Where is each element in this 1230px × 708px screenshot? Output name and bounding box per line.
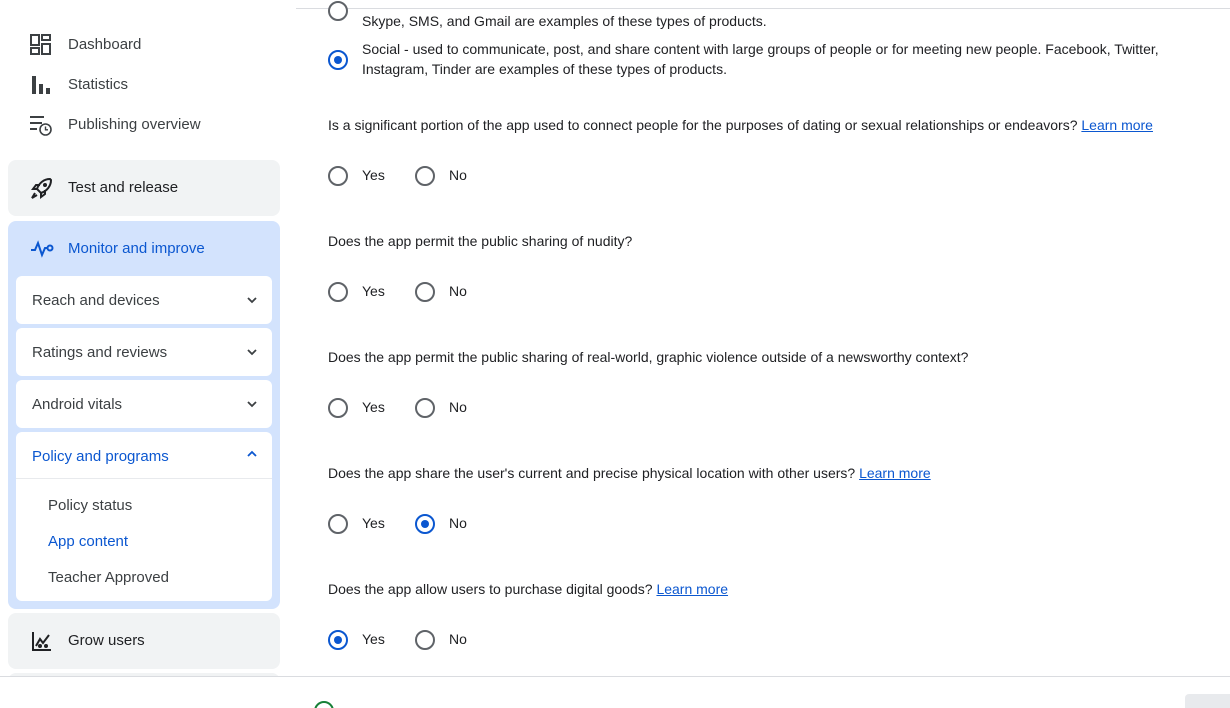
bar-chart-icon: [32, 76, 50, 94]
question-digital-goods-text: Does the app allow users to purchase dig…: [328, 581, 653, 597]
radio-dating-no[interactable]: [415, 166, 435, 186]
nav-dashboard[interactable]: Dashboard: [0, 24, 296, 64]
question-dating-text: Is a significant portion of the app used…: [328, 117, 1078, 133]
sidebar: Dashboard Statistics Publishing overview…: [0, 0, 296, 676]
section-test-and-release-label: Test and release: [68, 179, 179, 196]
subsection-reach-and-devices[interactable]: Reach and devices: [16, 276, 272, 324]
question-location-text: Does the app share the user's current an…: [328, 465, 856, 481]
question-dating: Is a significant portion of the app used…: [328, 117, 1153, 133]
subsection-ratings-and-reviews-label: Ratings and reviews: [32, 344, 168, 361]
question-violence-text: Does the app permit the public sharing o…: [328, 349, 969, 365]
radio-nudity-no-label: No: [449, 283, 467, 299]
section-monitor-and-improve-label[interactable]: Monitor and improve: [68, 240, 205, 257]
subsection-ratings-and-reviews[interactable]: Ratings and reviews: [16, 328, 272, 376]
nav-publishing-overview[interactable]: Publishing overview: [0, 104, 296, 144]
radio-nudity-no[interactable]: [415, 282, 435, 302]
nav-statistics-label: Statistics: [68, 75, 129, 93]
radio-digital-goods-no[interactable]: [415, 630, 435, 650]
header-divider: [296, 8, 1230, 9]
subsection-android-vitals[interactable]: Android vitals: [16, 380, 272, 428]
chevron-up-icon: [247, 450, 257, 457]
radio-violence-no-label: No: [449, 399, 467, 415]
nav-policy-status[interactable]: Policy status: [48, 497, 132, 514]
publishing-overview-icon: [30, 116, 52, 136]
question-location: Does the app share the user's current an…: [328, 465, 931, 481]
chevron-down-icon: [247, 297, 257, 304]
section-test-and-release[interactable]: Test and release: [8, 160, 280, 216]
question-violence: Does the app permit the public sharing o…: [328, 349, 968, 365]
policy-and-programs-header[interactable]: Policy and programs: [16, 432, 272, 479]
social-option-line2: Instagram, Tinder are examples of these …: [362, 61, 727, 77]
nav-teacher-approved[interactable]: Teacher Approved: [48, 569, 169, 586]
learn-more-link[interactable]: Learn more: [1081, 117, 1153, 133]
grow-users-icon: [32, 632, 51, 651]
main-content: Skype, SMS, and Gmail are examples of th…: [296, 0, 1230, 676]
chevron-down-icon: [247, 349, 257, 356]
question-nudity-text: Does the app permit the public sharing o…: [328, 233, 633, 249]
subsection-android-vitals-label: Android vitals: [32, 396, 123, 413]
prev-option-text: Skype, SMS, and Gmail are examples of th…: [362, 13, 767, 29]
dashboard-icon: [30, 34, 51, 55]
section-grow-users[interactable]: Grow users: [8, 613, 280, 669]
nav-statistics[interactable]: Statistics: [0, 64, 296, 104]
radio-prev-option[interactable]: [328, 1, 348, 21]
subsection-reach-and-devices-label: Reach and devices: [32, 292, 160, 309]
pulse-icon: [31, 240, 54, 258]
chevron-down-icon: [247, 401, 257, 408]
nav-app-content[interactable]: App content: [48, 533, 128, 550]
radio-digital-goods-no-label: No: [449, 631, 467, 647]
radio-dating-yes-label: Yes: [362, 167, 385, 183]
learn-more-link[interactable]: Learn more: [656, 581, 728, 597]
learn-more-link[interactable]: Learn more: [859, 465, 931, 481]
radio-location-yes[interactable]: [328, 514, 348, 534]
radio-violence-yes-label: Yes: [362, 399, 385, 415]
radio-location-no-label: No: [449, 515, 467, 531]
radio-dating-no-label: No: [449, 167, 467, 183]
radio-social[interactable]: [328, 50, 348, 70]
subsection-policy-and-programs: Policy and programs Policy status App co…: [16, 432, 272, 601]
footer-bar: [0, 676, 1230, 708]
question-digital-goods: Does the app allow users to purchase dig…: [328, 581, 728, 597]
section-monitor-and-improve: Monitor and improve Reach and devices Ra…: [8, 221, 280, 609]
question-nudity: Does the app permit the public sharing o…: [328, 233, 632, 249]
radio-violence-yes[interactable]: [328, 398, 348, 418]
radio-nudity-yes[interactable]: [328, 282, 348, 302]
radio-violence-no[interactable]: [415, 398, 435, 418]
radio-digital-goods-yes[interactable]: [328, 630, 348, 650]
nav-dashboard-label: Dashboard: [68, 35, 142, 53]
radio-nudity-yes-label: Yes: [362, 283, 385, 299]
nav-publishing-overview-label: Publishing overview: [68, 115, 201, 133]
social-option-line1: Social - used to communicate, post, and …: [362, 41, 1159, 57]
radio-digital-goods-yes-label: Yes: [362, 631, 385, 647]
radio-location-yes-label: Yes: [362, 515, 385, 531]
radio-location-no[interactable]: [415, 514, 435, 534]
save-button[interactable]: [1185, 694, 1230, 708]
rocket-icon: [31, 177, 53, 199]
subsection-policy-and-programs-label: Policy and programs: [32, 448, 169, 465]
section-grow-users-label: Grow users: [68, 632, 145, 649]
radio-dating-yes[interactable]: [328, 166, 348, 186]
